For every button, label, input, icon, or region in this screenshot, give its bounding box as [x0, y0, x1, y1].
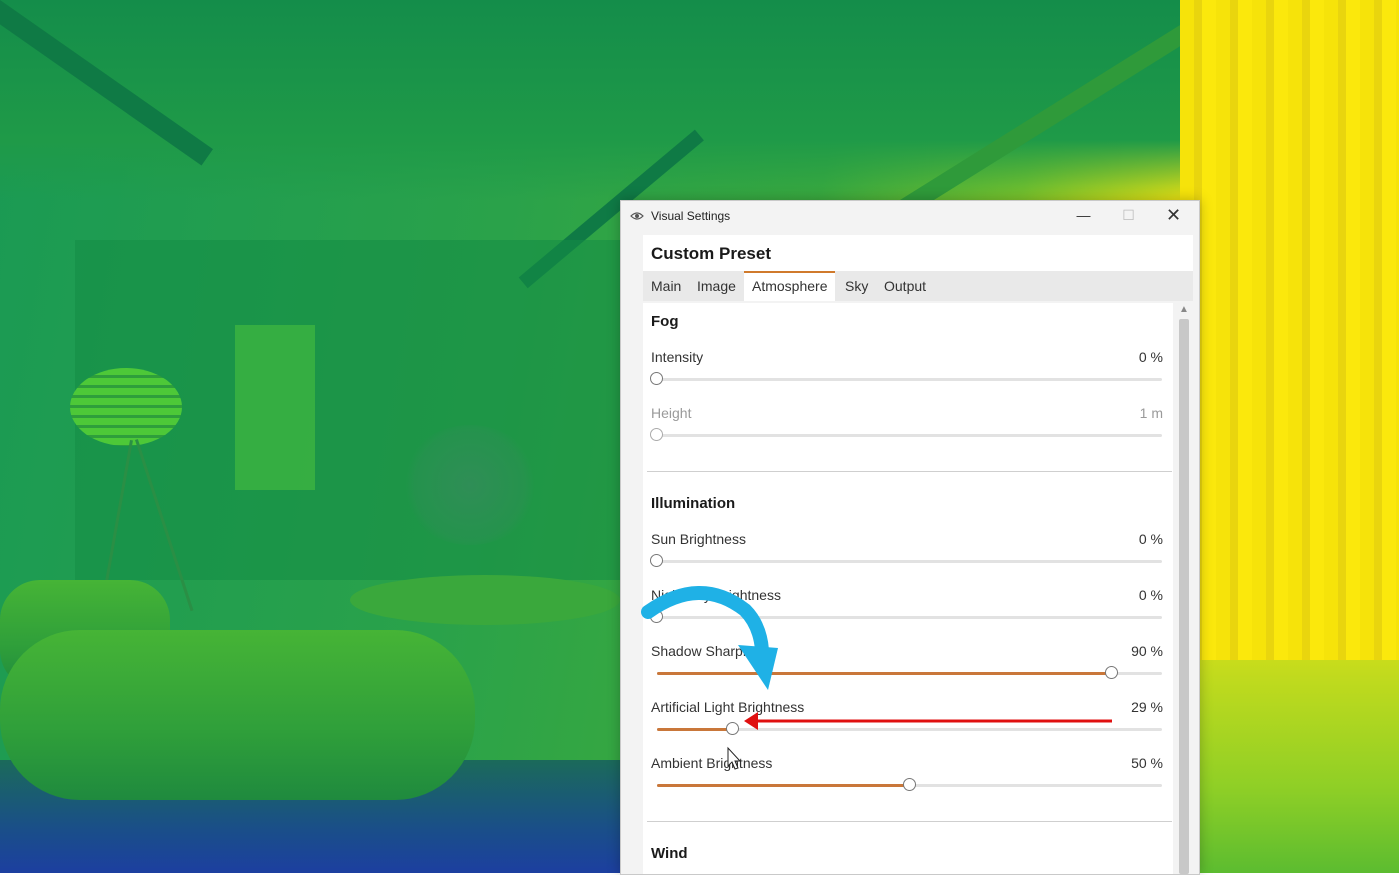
slider-thumb[interactable] — [1105, 666, 1118, 679]
night-sky-brightness-value: 0 % — [1138, 587, 1163, 603]
sun-brightness-value: 0 % — [1138, 531, 1163, 547]
shadow-sharpness-slider[interactable] — [657, 666, 1162, 679]
tab-bar: Main Image Atmosphere Sky Output — [643, 271, 1193, 301]
section-title-fog: Fog — [651, 313, 679, 330]
visual-settings-window: Visual Settings — ☐ ✕ Custom Preset Main… — [620, 200, 1200, 875]
lamp-shade — [70, 368, 182, 446]
section-divider — [647, 471, 1172, 472]
artificial-light-brightness-label: Artificial Light Brightness — [651, 699, 805, 715]
sun-brightness-slider[interactable] — [650, 554, 1162, 567]
slider-thumb[interactable] — [650, 372, 663, 385]
coffee-table — [350, 575, 620, 625]
fog-height-label: Height — [651, 405, 692, 421]
wall-niche — [235, 325, 315, 490]
night-sky-brightness-slider[interactable] — [650, 610, 1162, 623]
fog-height-value: 1 m — [1139, 405, 1163, 421]
close-button[interactable]: ✕ — [1151, 201, 1196, 231]
shadow-sharpness-label: Shadow Sharpness — [651, 643, 773, 659]
tab-atmosphere[interactable]: Atmosphere — [744, 271, 836, 301]
fog-intensity-label: Intensity — [651, 349, 704, 365]
settings-panel: Fog Intensity 0 % Height 1 m Illuminatio… — [643, 303, 1173, 874]
slider-fill — [657, 728, 733, 731]
night-sky-brightness-label: Night Sky Brightness — [651, 587, 781, 603]
window-title: Visual Settings — [651, 209, 731, 223]
artificial-light-brightness-value: 29 % — [1131, 699, 1163, 715]
eye-settings-icon — [630, 212, 644, 220]
tab-sky[interactable]: Sky — [837, 271, 876, 301]
tab-image[interactable]: Image — [689, 271, 744, 301]
plant — [400, 425, 540, 545]
fog-height-slider[interactable] — [650, 428, 1162, 441]
section-title-illumination: Illumination — [651, 495, 736, 512]
tab-output[interactable]: Output — [876, 271, 934, 301]
preset-header: Custom Preset — [643, 235, 1193, 271]
slider-thumb[interactable] — [650, 554, 663, 567]
minimize-button[interactable]: — — [1061, 201, 1106, 231]
maximize-button[interactable]: ☐ — [1106, 201, 1151, 231]
section-title-wind: Wind — [651, 845, 688, 862]
slider-thumb[interactable] — [650, 610, 663, 623]
scroll-up-icon[interactable]: ▲ — [1179, 305, 1189, 315]
title-bar[interactable]: Visual Settings — ☐ ✕ — [621, 201, 1199, 231]
section-divider — [647, 821, 1172, 822]
slider-thumb[interactable] — [726, 722, 739, 735]
ottoman — [0, 630, 475, 800]
slider-thumb[interactable] — [903, 778, 916, 791]
slider-thumb[interactable] — [650, 428, 663, 441]
artificial-light-brightness-slider[interactable] — [657, 722, 1162, 735]
floor-right — [1180, 660, 1399, 873]
ambient-brightness-value: 50 % — [1131, 755, 1163, 771]
fog-intensity-slider[interactable] — [650, 372, 1162, 385]
ambient-brightness-label: Ambient Brightness — [651, 755, 773, 771]
scrollbar-thumb[interactable] — [1179, 319, 1189, 874]
preset-title: Custom Preset — [651, 244, 771, 263]
slider-fill — [657, 784, 910, 787]
slider-fill — [657, 672, 1112, 675]
shadow-sharpness-value: 90 % — [1131, 643, 1163, 659]
sun-brightness-label: Sun Brightness — [651, 531, 746, 547]
tab-main[interactable]: Main — [643, 271, 689, 301]
ambient-brightness-slider[interactable] — [657, 778, 1162, 791]
fog-intensity-value: 0 % — [1138, 349, 1163, 365]
